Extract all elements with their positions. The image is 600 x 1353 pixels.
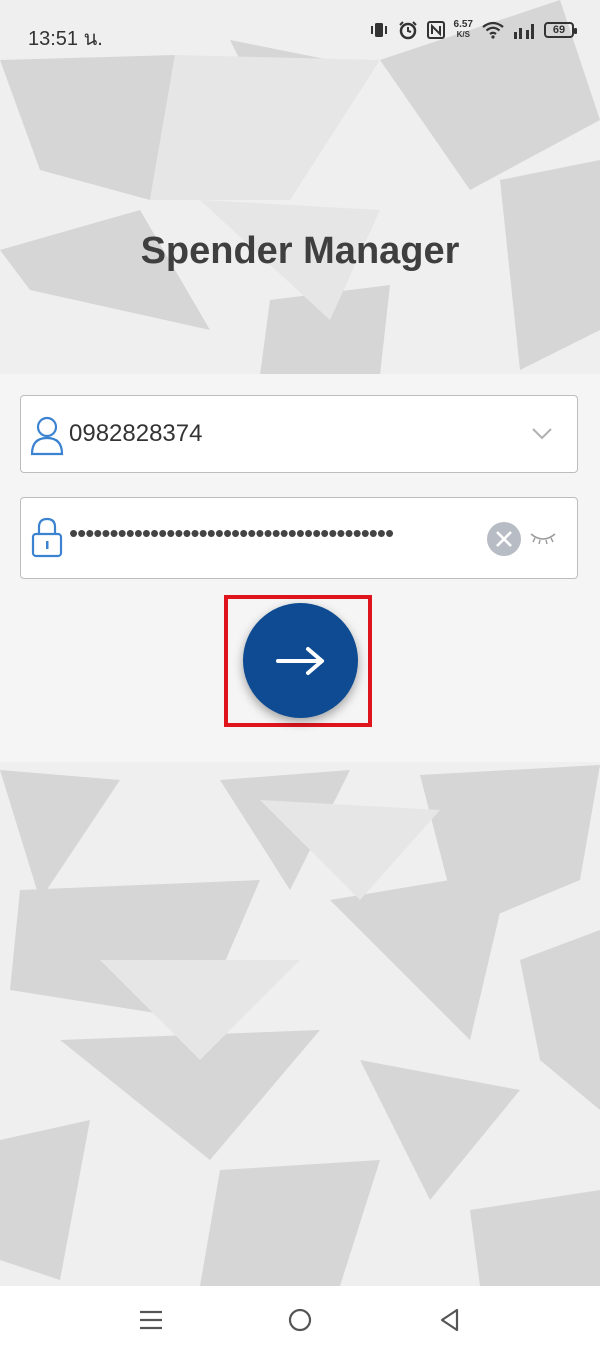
arrow-right-icon	[275, 646, 324, 675]
status-icons: 6.57 K/S 69	[369, 20, 577, 40]
eye-closed-icon[interactable]	[529, 528, 557, 548]
lock-icon	[31, 517, 63, 558]
app-title: Spender Manager	[140, 230, 460, 272]
home-circle-icon[interactable]	[287, 1307, 313, 1333]
status-bar: 13:51 น. 6.57 K/S 69	[0, 0, 600, 66]
username-value: 0982828374	[69, 420, 203, 447]
alarm-icon	[398, 21, 417, 40]
signal-icon	[514, 24, 534, 39]
back-triangle-icon[interactable]	[437, 1307, 463, 1333]
password-value: ••••••••••••••••••••••••••••••••••••••••	[69, 518, 394, 548]
network-speed-unit: K/S	[456, 30, 470, 39]
network-speed: 6.57 K/S	[454, 20, 473, 40]
user-icon	[30, 416, 64, 456]
password-field[interactable]: ••••••••••••••••••••••••••••••••••••••••	[20, 497, 578, 579]
battery-indicator: 69	[544, 22, 577, 38]
nfc-icon	[426, 21, 445, 39]
chevron-down-icon[interactable]	[531, 422, 553, 444]
username-field[interactable]: 0982828374	[20, 395, 578, 473]
vibrate-icon	[370, 23, 387, 37]
system-nav-bar	[0, 1286, 600, 1353]
status-time: 13:51 น.	[28, 28, 103, 50]
wifi-icon	[482, 21, 504, 39]
submit-button[interactable]	[243, 603, 358, 718]
menu-icon[interactable]	[138, 1307, 164, 1333]
network-speed-value: 6.57	[453, 19, 473, 30]
clear-icon[interactable]	[487, 522, 521, 556]
